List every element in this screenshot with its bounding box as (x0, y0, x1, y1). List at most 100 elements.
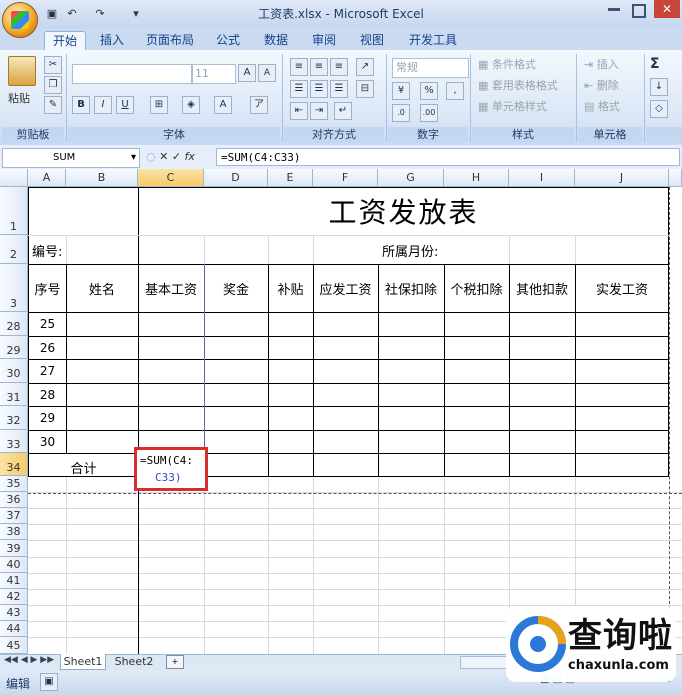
select-all-corner[interactable] (0, 169, 28, 187)
cell-styles-button[interactable]: ▦ 单元格样式 (478, 100, 570, 114)
row-header[interactable]: 34 (0, 453, 28, 476)
sheet-title[interactable]: 工资发放表 (139, 193, 668, 233)
row-header[interactable]: 36 (0, 492, 28, 508)
month-label[interactable]: 所属月份: (382, 241, 438, 260)
increase-decimal-icon[interactable]: .0 (392, 104, 410, 122)
row-header[interactable]: 31 (0, 383, 28, 406)
align-left-icon[interactable]: ☰ (290, 80, 308, 98)
conditional-formatting-button[interactable]: ▦ 条件格式 (478, 58, 570, 72)
total-label[interactable]: 合计 (29, 458, 138, 477)
row-header[interactable]: 30 (0, 359, 28, 383)
grow-font-icon[interactable]: A (238, 64, 256, 82)
sheet-nav-icons[interactable]: ◀◀ ◀ ▶ ▶▶ (4, 655, 54, 665)
align-middle-icon[interactable]: ≡ (310, 58, 328, 76)
column-header-b[interactable]: B (66, 169, 138, 187)
font-size-combo[interactable]: 11 (192, 64, 236, 84)
row-header[interactable]: 40 (0, 557, 28, 573)
cut-icon[interactable]: ✂ (44, 56, 62, 74)
header-cell[interactable]: 应发工资 (313, 279, 378, 298)
sheet-tab-sheet2[interactable]: Sheet2 (110, 654, 158, 669)
column-header-c[interactable]: C (138, 169, 204, 187)
column-header-j[interactable]: J (575, 169, 669, 187)
row-header[interactable]: 29 (0, 336, 28, 359)
align-center-icon[interactable]: ☰ (310, 80, 328, 98)
format-painter-icon[interactable]: ✎ (44, 96, 62, 114)
formula-input[interactable]: =SUM(C4:C33) (216, 148, 680, 166)
shrink-font-icon[interactable]: A (258, 64, 276, 82)
minimize-icon[interactable] (608, 8, 620, 11)
row-header[interactable]: 42 (0, 589, 28, 605)
currency-icon[interactable]: ¥ (392, 82, 410, 100)
wrap-text-icon[interactable]: ↵ (334, 102, 352, 120)
serial-cell[interactable]: 25 (29, 317, 66, 331)
column-header-h[interactable]: H (444, 169, 509, 187)
serial-cell[interactable]: 26 (29, 341, 66, 355)
align-right-icon[interactable]: ☰ (330, 80, 348, 98)
maximize-icon[interactable] (632, 4, 646, 18)
column-header-d[interactable]: D (204, 169, 268, 187)
tab-view[interactable]: 视图 (354, 31, 390, 50)
bold-button[interactable]: B (72, 96, 90, 114)
merge-center-icon[interactable]: ⊟ (356, 80, 374, 98)
format-cells-button[interactable]: ▤ 格式 (584, 100, 620, 114)
italic-button[interactable]: I (94, 96, 112, 114)
insert-function-icon[interactable]: fx (185, 150, 195, 163)
insert-sheet-icon[interactable]: + (166, 655, 184, 669)
tab-data[interactable]: 数据 (258, 31, 294, 50)
insert-cells-button[interactable]: ⇥ 插入 (584, 58, 619, 72)
row-header[interactable]: 33 (0, 430, 28, 453)
autosum-button[interactable]: Σ (650, 56, 660, 72)
format-as-table-button[interactable]: ▦ 套用表格格式 (478, 79, 570, 93)
paste-icon[interactable] (8, 56, 36, 86)
serial-no-label[interactable]: 编号: (32, 241, 62, 260)
column-header-a[interactable]: A (28, 169, 66, 187)
row-header[interactable]: 32 (0, 406, 28, 430)
enter-icon[interactable]: ✓ (172, 150, 181, 163)
customize-quick-access-icon[interactable]: ▾ (128, 6, 144, 22)
header-cell[interactable]: 其他扣款 (509, 279, 575, 298)
row-header[interactable]: 35 (0, 476, 28, 492)
row-header[interactable]: 37 (0, 508, 28, 524)
tab-page-layout[interactable]: 页面布局 (144, 31, 196, 50)
fill-color-icon[interactable]: ◈ (182, 96, 200, 114)
column-header-i[interactable]: I (509, 169, 575, 187)
align-top-icon[interactable]: ≡ (290, 58, 308, 76)
number-format-combo[interactable]: 常规 (392, 58, 469, 78)
tab-home[interactable]: 开始 (44, 31, 86, 51)
align-bottom-icon[interactable]: ≡ (330, 58, 348, 76)
font-color-icon[interactable]: A (214, 96, 232, 114)
header-cell[interactable]: 奖金 (204, 279, 268, 298)
row-header[interactable]: 2 (0, 235, 28, 264)
decrease-indent-icon[interactable]: ⇤ (290, 102, 308, 120)
name-box[interactable]: SUM ▾ (2, 148, 140, 168)
paste-button[interactable]: 粘贴 (8, 92, 30, 106)
copy-icon[interactable]: ❐ (44, 76, 62, 94)
header-cell[interactable]: 基本工资 (138, 279, 204, 298)
cancel-icon[interactable]: ✕ (159, 150, 168, 163)
redo-icon[interactable]: ↷ (92, 6, 108, 22)
decrease-decimal-icon[interactable]: .00 (420, 104, 438, 122)
row-header[interactable]: 1 (0, 187, 28, 235)
office-button[interactable] (2, 2, 38, 38)
tab-developer[interactable]: 开发工具 (406, 31, 460, 50)
increase-indent-icon[interactable]: ⇥ (310, 102, 328, 120)
macro-record-icon[interactable]: ▣ (40, 673, 58, 691)
header-cell[interactable]: 序号 (29, 279, 66, 298)
orientation-icon[interactable]: ↗ (356, 58, 374, 76)
column-header-g[interactable]: G (378, 169, 444, 187)
serial-cell[interactable]: 28 (29, 388, 66, 402)
header-cell[interactable]: 补贴 (268, 279, 313, 298)
row-header[interactable]: 3 (0, 264, 28, 312)
worksheet[interactable]: A B C D E F G H I J 1 2 3 28 29 30 31 32… (0, 169, 682, 654)
expand-icon[interactable]: ◌ (146, 150, 156, 163)
row-header[interactable]: 44 (0, 621, 28, 637)
serial-cell[interactable]: 29 (29, 411, 66, 425)
undo-icon[interactable]: ↶ (64, 6, 80, 22)
row-header[interactable]: 28 (0, 312, 28, 336)
close-icon[interactable]: ✕ (654, 0, 680, 18)
save-icon[interactable]: ▣ (44, 6, 60, 22)
comma-style-icon[interactable]: , (446, 82, 464, 100)
header-cell[interactable]: 社保扣除 (378, 279, 444, 298)
column-header-k[interactable] (669, 169, 682, 187)
header-cell[interactable]: 实发工资 (575, 279, 669, 298)
